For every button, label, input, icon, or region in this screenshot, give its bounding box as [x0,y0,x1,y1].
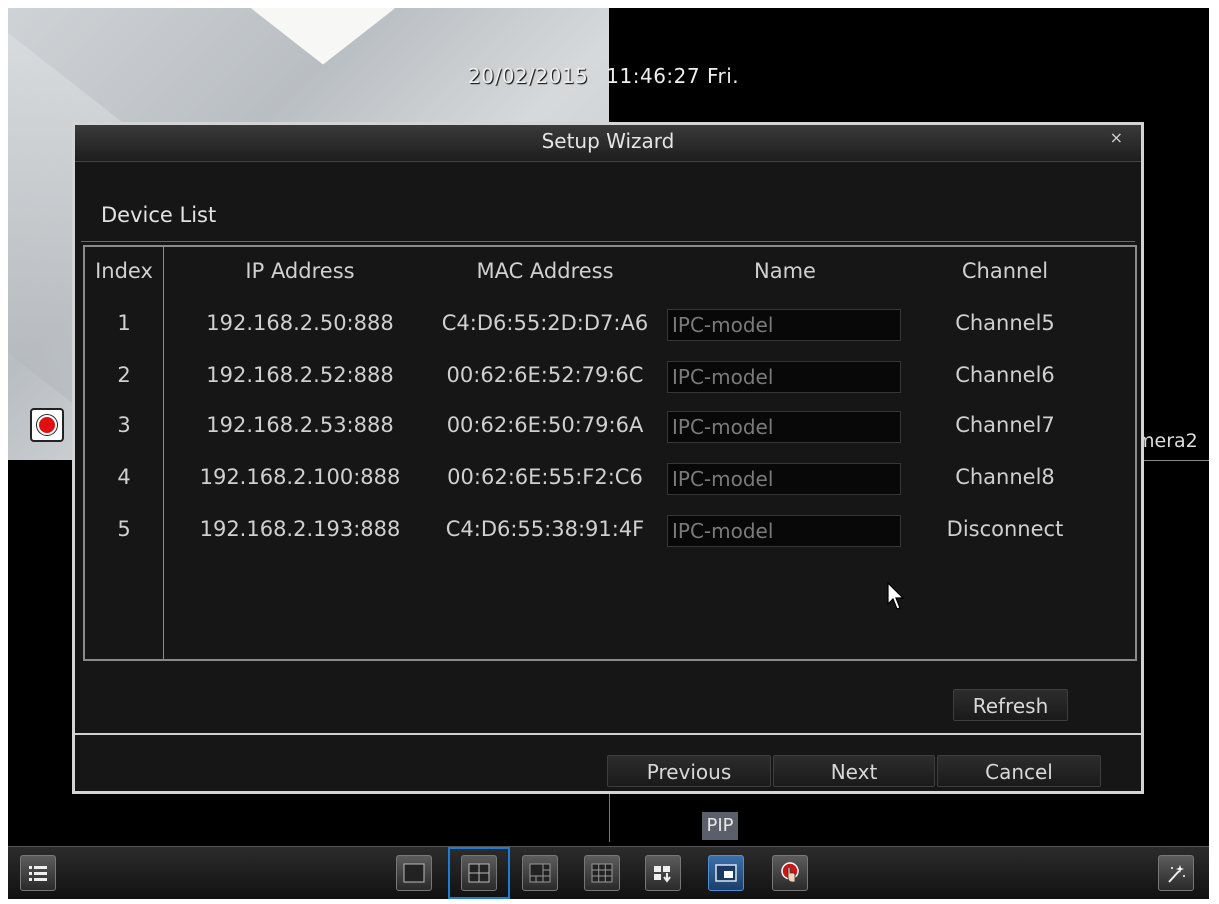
row-mac: C4:D6:55:38:91:4F [445,517,645,541]
row-index: 2 [117,363,131,387]
button-bar-divider [75,733,1141,735]
name-input[interactable] [667,361,901,393]
record-indicator-icon [30,408,64,442]
name-input[interactable] [667,309,901,341]
osd-time: 11:46:27 Fri. [606,64,740,88]
menu-icon[interactable] [20,855,56,891]
bottom-taskbar [8,846,1209,899]
row-channel: Channel6 [955,363,1055,387]
row-channel: Channel5 [955,311,1055,335]
dialog-titlebar[interactable]: Setup Wizard × [75,125,1141,162]
row-mac: 00:62:6E:50:79:6A [446,413,644,437]
layout-4-icon[interactable] [461,855,497,891]
row-index: 1 [117,311,131,335]
quad-divider-vertical [609,790,610,842]
name-input[interactable] [667,463,901,495]
row-index: 4 [117,465,131,489]
row-index: 5 [117,517,131,541]
row-mac: 00:62:6E:52:79:6C [446,363,644,387]
row-ip: 192.168.2.100:888 [199,465,401,489]
osd-datetime: 20/02/2015 11:46:27 Fri. [464,64,739,88]
dialog-title: Setup Wizard [541,129,675,153]
ceiling-light [248,8,398,65]
row-channel: Disconnect [946,517,1064,541]
row-ip: 192.168.2.193:888 [199,517,401,541]
wizard-icon[interactable] [1158,855,1194,891]
row-ip: 192.168.2.53:888 [206,413,394,437]
device-table: Index IP Address MAC Address Name Channe… [83,245,1137,661]
header-name: Name [754,259,816,283]
previous-button[interactable]: Previous [607,755,771,787]
layout-6-icon[interactable] [522,855,558,891]
name-input[interactable] [667,515,901,547]
section-divider [81,241,1135,242]
header-mac-address: MAC Address [476,259,614,283]
mouse-cursor-icon [887,582,905,610]
row-mac: 00:62:6E:55:F2:C6 [447,465,643,489]
layout-9-icon[interactable] [584,855,620,891]
next-button[interactable]: Next [773,755,935,787]
pip-label: PIP [702,812,738,840]
device-list-title: Device List [101,203,217,227]
setup-wizard-dialog: Setup Wizard × Device List Index IP Addr… [72,122,1144,794]
index-column-divider [163,247,164,659]
row-index: 3 [117,413,131,437]
header-index: Index [95,259,153,283]
layout-1-icon[interactable] [396,855,432,891]
row-ip: 192.168.2.52:888 [206,363,394,387]
close-icon[interactable]: × [1110,128,1123,147]
row-mac: C4:D6:55:2D:D7:A6 [441,311,649,335]
sequence-icon[interactable] [645,855,681,891]
refresh-button[interactable]: Refresh [953,689,1068,721]
row-channel: Channel8 [955,465,1055,489]
header-channel: Channel [961,259,1049,283]
row-channel: Channel7 [955,413,1055,437]
camera-name-label: mera2 [1136,430,1198,452]
osd-date: 20/02/2015 [468,64,589,88]
pip-icon[interactable] [708,855,744,891]
row-ip: 192.168.2.50:888 [206,311,394,335]
manual-record-icon[interactable] [772,855,808,891]
header-ip-address: IP Address [245,259,355,283]
cancel-button[interactable]: Cancel [937,755,1101,787]
name-input[interactable] [667,411,901,443]
quad-divider [1136,460,1209,461]
